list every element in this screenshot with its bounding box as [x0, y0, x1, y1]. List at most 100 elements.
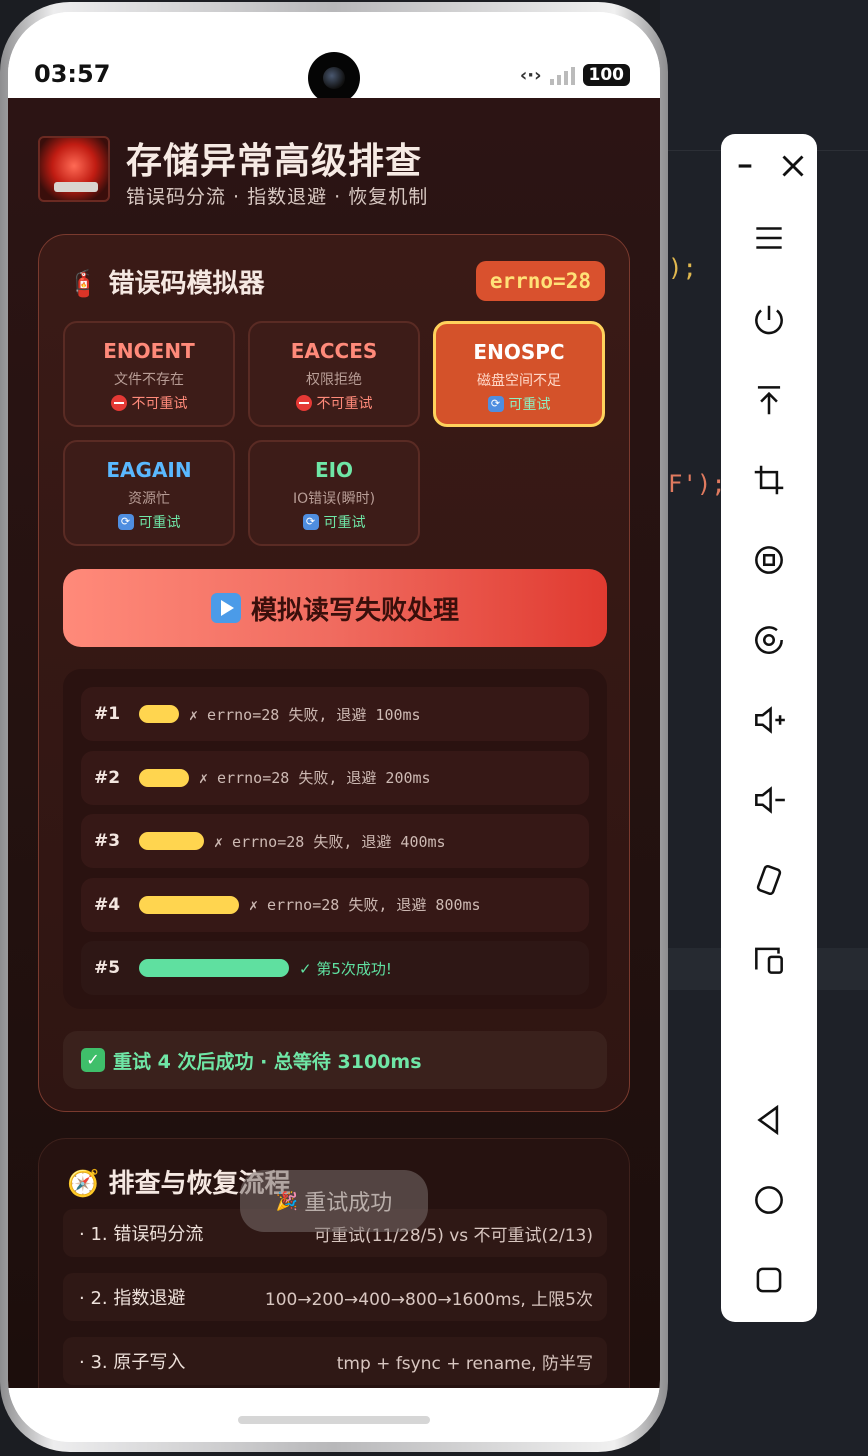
log-wait-bar	[139, 705, 179, 723]
error-code-desc: 文件不存在	[114, 372, 184, 388]
pin-top-icon[interactable]	[721, 372, 817, 428]
error-code-name: EAGAIN	[106, 458, 192, 482]
emulator-toolbar	[721, 134, 817, 1322]
toast-text: 重试成功	[304, 1191, 393, 1216]
error-code-desc: IO错误(瞬时)	[292, 491, 376, 507]
retry-summary: ✓ 重试 4 次后成功 · 总等待 3100ms	[63, 1031, 607, 1089]
retry-icon: ⟳	[117, 514, 134, 530]
rotate-device-icon[interactable]	[721, 852, 817, 908]
card-title: 🧯 错误码模拟器	[67, 263, 264, 300]
error-code-button-enoent[interactable]: ENOENT 文件不存在不可重试	[63, 321, 235, 427]
log-attempt-number: #3	[94, 831, 121, 851]
app-screen: 存储异常高级排查 错误码分流 · 指数退避 · 恢复机制 🧯 错误码模拟器 er…	[8, 98, 660, 1388]
retry-log: #1 ✗ errno=28 失败, 退避 100ms #2 ✗ errno=28 失败…	[63, 669, 607, 1009]
errno-badge: errno=28	[475, 261, 605, 301]
retry-tag-label: 不可重试	[131, 396, 188, 412]
retry-tag-label: 可重试	[323, 515, 366, 531]
summary-text: 重试 4 次后成功 · 总等待 3100ms	[113, 1050, 422, 1073]
back-icon[interactable]	[721, 1092, 817, 1148]
error-code-button-eacces[interactable]: EACCES 权限拒绝 不可重试	[248, 321, 420, 427]
log-row: #5 ✓ 第5次成功!	[81, 941, 589, 995]
error-code-name: ENOSPC	[473, 340, 565, 364]
simulate-run-button[interactable]: 模拟读写失败处理	[63, 569, 607, 647]
retry-tag-label: 可重试	[508, 397, 551, 413]
gesture-bar	[8, 1388, 660, 1442]
screenshot-icon[interactable]	[721, 612, 817, 668]
retry-icon: ⟳	[302, 514, 319, 530]
home-indicator[interactable]	[238, 1416, 430, 1424]
menu-icon[interactable]	[721, 210, 817, 266]
phone-frame: 03:57 ‹·› 100 存储异常高级排查 错误码分流 · 指数退避 · 恢复…	[0, 2, 668, 1452]
errno-simulator-card: 🧯 错误码模拟器 errno=28 ENOENT 文件不存在 不可重试 EACCES 权…	[38, 234, 630, 1112]
rotate-lock-icon[interactable]	[721, 532, 817, 588]
devices-icon[interactable]	[721, 932, 817, 988]
volume-down-icon[interactable]	[721, 772, 817, 828]
power-icon[interactable]	[721, 292, 817, 348]
fire-extinguisher-icon: 🧯	[67, 269, 100, 299]
error-code-button-eagain[interactable]: EAGAIN 资源忙 ⟳ 可重试	[63, 440, 235, 546]
error-code-button-enospc[interactable]: ENOSPC 磁盘空间不足 ⟳ 可重试	[433, 321, 605, 427]
error-code-button-eio[interactable]: EIO IO错误(瞬时) ⟳ 可重试	[248, 440, 420, 546]
log-row: #3 ✗ errno=28 失败, 退避 400ms	[81, 814, 589, 868]
toast: 🎉 重试成功	[240, 1170, 428, 1232]
close-icon[interactable]	[745, 138, 841, 194]
recents-icon[interactable]	[721, 1252, 817, 1308]
error-code-desc: 资源忙	[128, 491, 170, 507]
log-attempt-number: #1	[94, 704, 121, 724]
volume-up-icon[interactable]	[721, 692, 817, 748]
simulator-title: 错误码模拟器	[108, 269, 265, 299]
signal-icon	[549, 65, 575, 85]
no-entry-icon	[295, 395, 312, 411]
error-code-name: EIO	[314, 458, 354, 482]
phone-screen: 03:57 ‹·› 100 存储异常高级排查 错误码分流 · 指数退避 · 恢复…	[8, 12, 660, 1442]
status-icons: ‹·› 100	[520, 64, 630, 86]
crop-icon[interactable]	[721, 452, 817, 508]
log-attempt-number: #5	[94, 958, 121, 978]
editor-code-line: );	[668, 254, 697, 282]
error-code-name: EACCES	[290, 339, 378, 363]
play-icon	[210, 593, 241, 623]
error-code-desc: 磁盘空间不足	[477, 373, 561, 389]
page-subtitle: 错误码分流 · 指数退避 · 恢复机制	[126, 186, 429, 208]
log-message: ✗ errno=28 失败, 退避 200ms	[199, 769, 431, 787]
camera-icon	[308, 52, 360, 104]
flow-step: · 3. 原子写入 tmp + fsync + rename, 防半写	[63, 1337, 607, 1385]
log-message: ✓ 第5次成功!	[299, 959, 392, 978]
log-message: ✗ errno=28 失败, 退避 800ms	[249, 896, 481, 914]
log-attempt-number: #4	[94, 894, 121, 915]
retry-tag: ⟳ 可重试	[65, 512, 233, 532]
retry-tag-label: 不可重试	[316, 396, 373, 412]
log-wait-bar	[139, 832, 204, 850]
check-icon: ✓	[81, 1048, 105, 1072]
retry-tag: ⟳ 可重试	[250, 512, 418, 532]
retry-icon: ⟳	[487, 396, 504, 412]
page-title: 存储异常高级排查	[126, 141, 423, 182]
flow-step-name: · 2. 指数退避	[79, 1288, 186, 1309]
log-attempt-number: #2	[94, 767, 121, 788]
log-wait-bar	[139, 768, 189, 787]
flow-step-value: 100→200→400→800→1600ms, 上限5次	[264, 1289, 593, 1310]
battery-icon: 100	[582, 64, 630, 86]
siren-icon	[38, 136, 110, 202]
retry-tag: 不可重试	[65, 393, 233, 413]
status-time: 03:57	[34, 60, 111, 88]
error-code-name: ENOENT	[103, 339, 195, 363]
party-icon: 🎉	[275, 1190, 299, 1212]
no-entry-icon	[110, 395, 127, 411]
retry-tag: ⟳ 可重试	[436, 394, 602, 414]
data-transfer-icon: ‹·›	[519, 64, 542, 86]
log-row: #4 ✗ errno=28 失败, 退避 800ms	[81, 877, 589, 932]
retry-tag-label: 可重试	[138, 515, 181, 531]
home-icon[interactable]	[721, 1172, 817, 1228]
log-message: ✗ errno=28 失败, 退避 100ms	[189, 705, 421, 724]
retry-tag: 不可重试	[250, 393, 418, 413]
log-row: #1 ✗ errno=28 失败, 退避 100ms	[81, 687, 589, 741]
editor-code-line: F');	[668, 470, 726, 498]
flow-step-name: · 1. 错误码分流	[79, 1224, 204, 1245]
log-wait-bar	[139, 959, 289, 977]
log-row: #2 ✗ errno=28 失败, 退避 200ms	[81, 750, 589, 805]
status-bar: 03:57 ‹·› 100	[8, 12, 660, 104]
log-message: ✗ errno=28 失败, 退避 400ms	[214, 832, 446, 851]
flow-step-value: tmp + fsync + rename, 防半写	[336, 1353, 593, 1374]
log-wait-bar	[139, 895, 239, 914]
